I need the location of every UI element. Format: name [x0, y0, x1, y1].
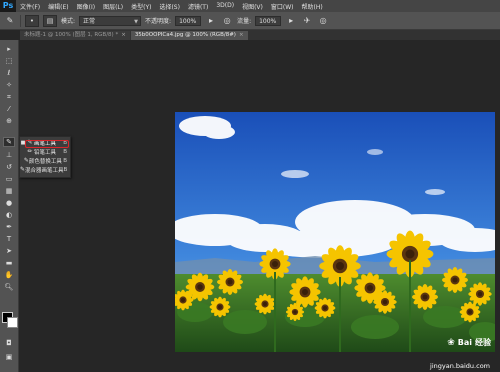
- brush-tools-flyout: ■ ✎ 画笔工具 B ✏ 铅笔工具 B ✎ 颜色替换工具 B ✎ 混合器画笔工具…: [19, 136, 71, 178]
- photoshop-logo: Ps: [0, 0, 16, 12]
- clone-stamp-tool-icon[interactable]: ⊥: [3, 150, 15, 160]
- menu-item[interactable]: 图层(L): [99, 2, 127, 11]
- flyout-item-color-replacement-tool[interactable]: ✎ 颜色替换工具 B: [20, 156, 70, 165]
- zoom-tool-icon[interactable]: 🔍︎: [3, 282, 15, 292]
- spot-healing-tool-icon[interactable]: ⊕: [3, 116, 15, 126]
- move-tool-icon[interactable]: ▸: [3, 44, 15, 54]
- crop-tool-icon[interactable]: ⌗: [3, 92, 15, 102]
- brush-tool-icon[interactable]: ✎: [3, 137, 15, 147]
- chevron-down-icon[interactable]: ▸: [285, 15, 297, 27]
- menu-item[interactable]: 文件(F): [16, 2, 44, 11]
- quick-mask-icon[interactable]: ◘: [3, 338, 15, 348]
- flyout-item-mixer-brush-tool[interactable]: ✎ 混合器画笔工具 B: [20, 165, 70, 174]
- menu-item[interactable]: 滤镜(T): [184, 2, 212, 11]
- quick-select-tool-icon[interactable]: ✧: [3, 80, 15, 90]
- marquee-tool-icon[interactable]: ⬚: [3, 56, 15, 66]
- mode-select[interactable]: 正常 ▼: [79, 15, 142, 26]
- screen-mode-icon[interactable]: ▣: [3, 352, 15, 362]
- menu-item[interactable]: 编辑(E): [44, 2, 72, 11]
- airbrush-icon[interactable]: ✈: [301, 15, 313, 27]
- brush-size-picker[interactable]: •: [25, 14, 39, 27]
- pencil-icon: ✏: [27, 148, 33, 155]
- menu-item[interactable]: 选择(S): [155, 2, 184, 11]
- path-select-tool-icon[interactable]: ➤: [3, 246, 15, 256]
- pressure-opacity-icon[interactable]: ◎: [221, 15, 233, 27]
- brush-preset-icon[interactable]: ✎: [4, 15, 16, 27]
- tab-untitled-1[interactable]: 未标题-1 @ 100% (图层 1, RGB/8) * ×: [20, 31, 130, 40]
- tab-sunflower-image[interactable]: 35b0OOPICa4.jpg @ 100% (RGB/8#) ×: [130, 31, 248, 40]
- eyedropper-tool-icon[interactable]: ⁄: [3, 104, 15, 114]
- chevron-down-icon: ▼: [134, 18, 139, 25]
- blur-tool-icon[interactable]: ●: [3, 198, 15, 208]
- watermark-url: jingyan.baidu.com: [430, 362, 490, 370]
- opacity-label: 不透明度:: [145, 18, 172, 25]
- document-tabs: 未标题-1 @ 100% (图层 1, RGB/8) * × 35b0OOPICa…: [20, 30, 500, 40]
- background-color-swatch[interactable]: [7, 317, 18, 328]
- menu-item[interactable]: 窗口(W): [267, 2, 298, 11]
- history-brush-tool-icon[interactable]: ↺: [3, 162, 15, 172]
- close-icon[interactable]: ×: [121, 31, 126, 40]
- mode-label: 模式:: [61, 18, 76, 25]
- menu-item[interactable]: 3D(D): [212, 2, 238, 11]
- baidu-watermark: ❀ Bai 经验: [447, 337, 491, 348]
- flow-label: 流量:: [237, 18, 252, 25]
- menu-item[interactable]: 视图(V): [238, 2, 267, 11]
- menu-item[interactable]: 类型(Y): [127, 2, 155, 11]
- pressure-size-icon[interactable]: ◎: [317, 15, 329, 27]
- brush-icon: ✎: [27, 139, 33, 146]
- options-bar: ✎ • ▤ 模式: 正常 ▼ 不透明度: 100% ▸ ◎ 流量: 100% ▸ …: [0, 12, 500, 30]
- flyout-item-brush-tool[interactable]: ■ ✎ 画笔工具 B: [20, 138, 70, 147]
- menu-bar: Ps 文件(F) 编辑(E) 图像(I) 图层(L) 类型(Y) 选择(S) 滤镜(T) 3D…: [0, 0, 500, 12]
- menu-item[interactable]: 帮助(H): [298, 2, 327, 11]
- tools-panel: ▸ ⬚ ℓ ✧ ⌗ ⁄ ⊕ ✎ ⊥ ↺ ▭ ▦ ● ◐ ✒ T ➤ ▬ ✋ 🔍︎…: [0, 40, 19, 372]
- brush-panel-toggle-icon[interactable]: ▤: [43, 14, 57, 27]
- lasso-tool-icon[interactable]: ℓ: [3, 68, 15, 78]
- chevron-down-icon[interactable]: ▸: [205, 15, 217, 27]
- flyout-item-pencil-tool[interactable]: ✏ 铅笔工具 B: [20, 147, 70, 156]
- gradient-tool-icon[interactable]: ▦: [3, 186, 15, 196]
- sunflower-photo: [175, 112, 495, 352]
- pen-tool-icon[interactable]: ✒: [3, 222, 15, 232]
- type-tool-icon[interactable]: T: [3, 234, 15, 244]
- menu-item[interactable]: 图像(I): [73, 2, 99, 11]
- close-icon[interactable]: ×: [239, 31, 244, 40]
- separator: [20, 14, 21, 27]
- rectangle-tool-icon[interactable]: ▬: [3, 258, 15, 268]
- document-canvas[interactable]: ❀ Bai 经验: [175, 112, 495, 352]
- flow-field[interactable]: 100%: [255, 15, 282, 26]
- baidu-paw-icon: ❀: [447, 337, 455, 348]
- dodge-tool-icon[interactable]: ◐: [3, 210, 15, 220]
- eraser-tool-icon[interactable]: ▭: [3, 174, 15, 184]
- hand-tool-icon[interactable]: ✋: [3, 270, 15, 280]
- opacity-field[interactable]: 100%: [175, 15, 202, 26]
